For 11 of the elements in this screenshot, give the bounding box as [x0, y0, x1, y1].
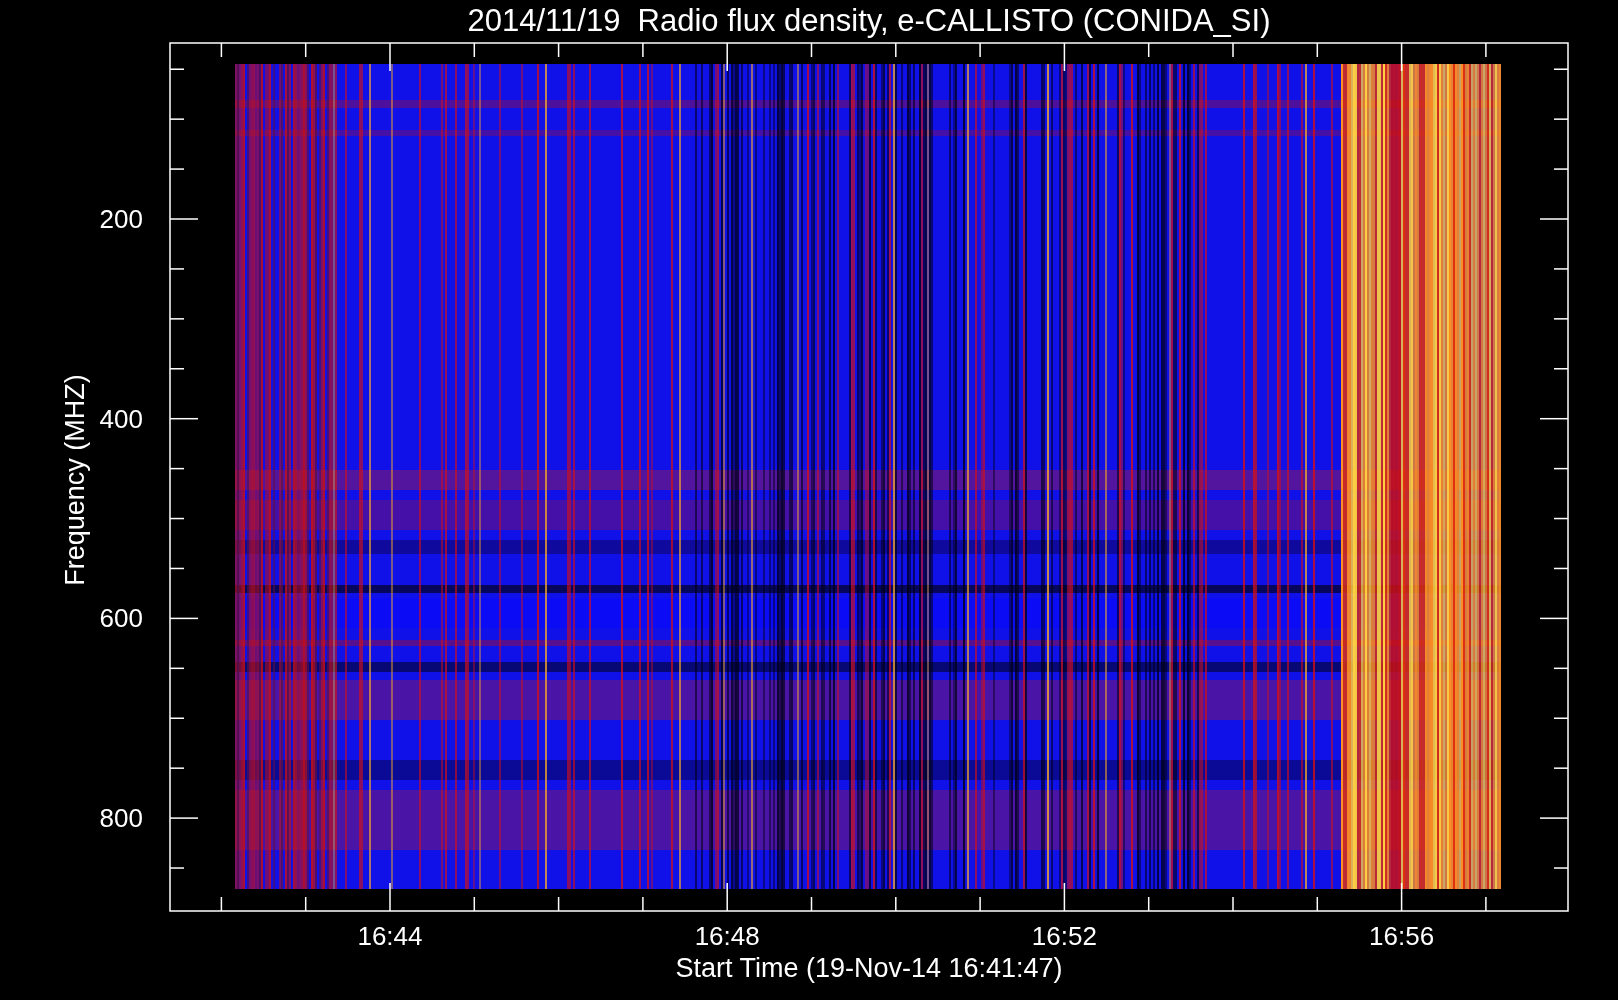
tick-label: 400 [99, 403, 143, 434]
axis-label: Frequency (MHZ) [60, 374, 90, 586]
tick-label: 16:44 [357, 921, 423, 951]
tick-label: 16:56 [1369, 921, 1435, 951]
tick-label: 16:52 [1031, 921, 1097, 951]
axis-label: Start Time (19-Nov-14 16:41:47) [675, 953, 1063, 983]
tick-label: 800 [99, 803, 143, 834]
plot-title: 2014/11/19 Radio flux density, e-CALLISTO (CONIDA_SI) [467, 3, 1271, 38]
tick-label: 200 [99, 204, 143, 234]
tick-label: 600 [99, 603, 143, 634]
tick-label: 16:48 [694, 921, 760, 951]
